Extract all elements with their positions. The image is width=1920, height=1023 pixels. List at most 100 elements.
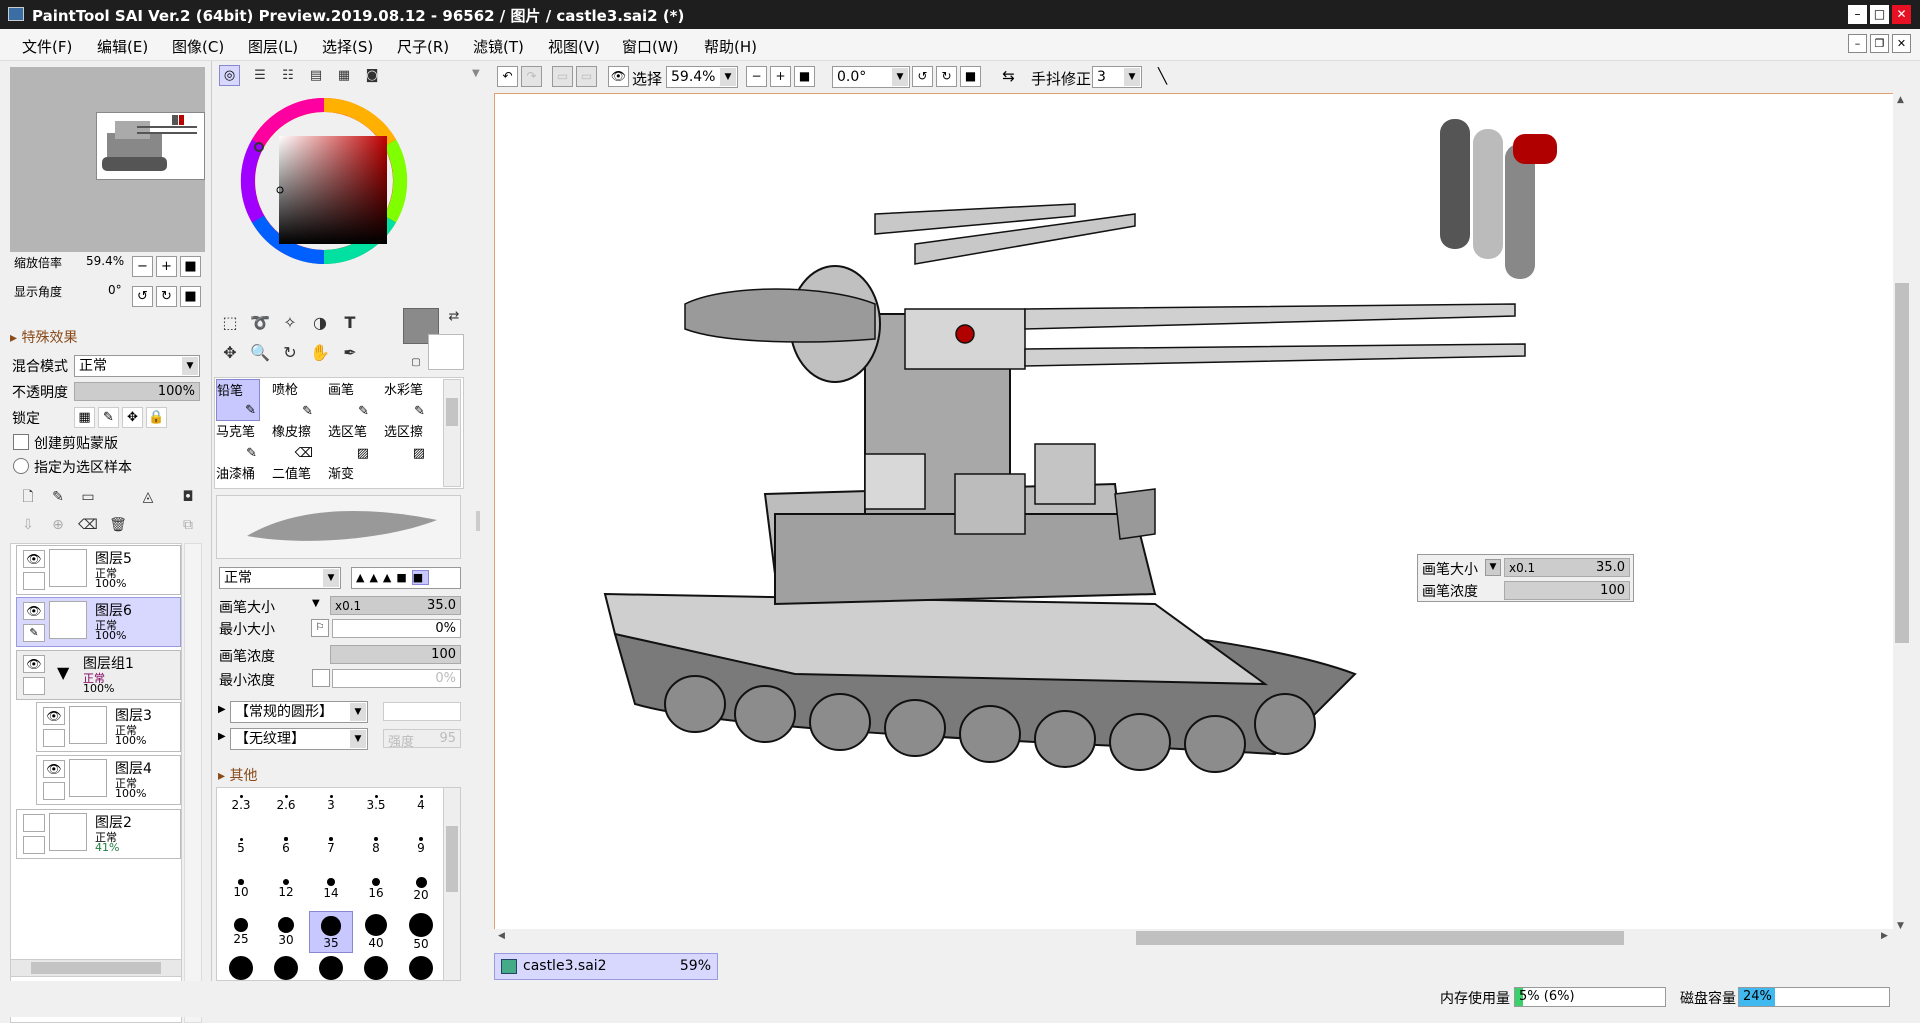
rotate-right-button[interactable]: ↻: [156, 286, 177, 307]
stabilizer-select[interactable]: 3 ▼: [1092, 66, 1142, 88]
apply-mask-icon[interactable]: ⧉: [176, 513, 200, 537]
straight-line-icon[interactable]: ╲: [1152, 66, 1173, 87]
layer-group-item[interactable]: 👁 ▼ 图层组1 正常 100%: [16, 650, 181, 700]
layer-item-selected[interactable]: 👁 ✎ 图层6 正常 100%: [16, 597, 181, 647]
menu-help[interactable]: 帮助(H): [704, 36, 757, 57]
brush-size-preset[interactable]: 30: [264, 911, 308, 953]
brush-size-preset[interactable]: 80: [309, 954, 353, 980]
brush-grid-scrollbar[interactable]: [443, 379, 461, 487]
float-size-dropdown-icon[interactable]: ▼: [1485, 559, 1501, 576]
blend-mode-select[interactable]: 正常 ▼: [74, 355, 200, 377]
visibility-eye-icon[interactable]: 👁: [23, 655, 45, 673]
scratchpad-tab-icon[interactable]: ▦: [332, 64, 356, 88]
brush-size-slider[interactable]: x0.1 35.0: [330, 596, 461, 615]
deselect-button[interactable]: ▭: [552, 66, 573, 87]
visibility-eye-icon[interactable]: 👁: [23, 602, 45, 620]
lock-all-icon[interactable]: 🔒: [146, 407, 167, 428]
rgb-slider-tab-icon[interactable]: ☰: [248, 64, 272, 88]
merge-down-icon[interactable]: ⊕: [46, 513, 70, 537]
brush-size-preset[interactable]: 120: [399, 954, 443, 980]
brush-mode-select[interactable]: 正常 ▼: [219, 567, 341, 589]
brush-size-preset[interactable]: 9: [399, 825, 443, 867]
brush-size-preset[interactable]: 20: [399, 868, 443, 910]
doc-close-button[interactable]: ✕: [1892, 34, 1911, 53]
menu-select[interactable]: 选择(S): [322, 36, 373, 57]
brush-size-preset[interactable]: 7: [309, 825, 353, 867]
hand-tool-icon[interactable]: ✋: [308, 341, 332, 365]
layer-status-box[interactable]: [43, 729, 65, 747]
rotate-tool-icon[interactable]: ↻: [278, 341, 302, 365]
brush-brush[interactable]: 画笔 ✎: [328, 379, 372, 421]
brush-airbrush[interactable]: 喷枪 ✎: [272, 379, 316, 421]
navigator-preview[interactable]: [10, 67, 205, 252]
menu-file[interactable]: 文件(F): [22, 36, 72, 57]
layer-item[interactable]: 👁 图层5 正常 100%: [16, 545, 181, 595]
folder-collapse-icon[interactable]: ▼: [57, 663, 69, 682]
menu-window[interactable]: 窗口(W): [622, 36, 679, 57]
zoom-select[interactable]: 59.4% ▼: [666, 66, 738, 88]
lock-transparency-icon[interactable]: ▦: [74, 407, 95, 428]
rect-select-icon[interactable]: ⬚: [218, 311, 242, 335]
toolbar-rotate-right-button[interactable]: ↻: [936, 66, 957, 87]
brush-eraser[interactable]: 橡皮擦 ⌫: [272, 421, 316, 463]
eyedropper-icon[interactable]: ✒: [338, 341, 362, 365]
brush-size-preset[interactable]: 14: [309, 868, 353, 910]
brush-size-preset[interactable]: 4: [399, 788, 443, 824]
other-section-header[interactable]: ▸ 其他: [218, 765, 257, 785]
brush-size-preset[interactable]: 35: [309, 911, 353, 953]
layer-effect-icon[interactable]: ◬: [136, 485, 160, 509]
lock-paint-icon[interactable]: ✎: [98, 407, 119, 428]
float-density-slider[interactable]: 100: [1504, 581, 1630, 600]
brush-watercolor[interactable]: 水彩笔 ✎: [384, 379, 428, 421]
transfer-down-icon[interactable]: ⇩: [16, 513, 40, 537]
brush-size-preset[interactable]: 6: [264, 825, 308, 867]
brush-edge-selector[interactable]: ▲▲▲■■: [351, 567, 461, 589]
rotate-left-button[interactable]: ↺: [132, 286, 153, 307]
min-density-slider[interactable]: 0%: [332, 669, 461, 688]
invert-select-button[interactable]: ▭: [576, 66, 597, 87]
zoom-reset-button[interactable]: ■: [180, 256, 201, 277]
brush-select-eraser[interactable]: 选区擦 ▨: [384, 421, 428, 463]
toolbar-rotate-reset-button[interactable]: ■: [960, 66, 981, 87]
brush-size-preset[interactable]: 40: [354, 911, 398, 953]
toolbar-zoom-reset-button[interactable]: ■: [794, 66, 815, 87]
transparent-color-icon[interactable]: ▢: [404, 351, 428, 375]
toolbar-zoom-in-button[interactable]: +: [770, 66, 791, 87]
maximize-button[interactable]: □: [1870, 5, 1889, 24]
canvas-vertical-scrollbar[interactable]: ▲ ▼: [1893, 93, 1911, 937]
layer-list-hscrollbar[interactable]: [10, 959, 182, 977]
document-tab[interactable]: castle3.sai2 59%: [494, 953, 718, 980]
selection-sample-radio[interactable]: [13, 458, 29, 474]
brush-size-preset[interactable]: 70: [264, 954, 308, 980]
rotate-reset-button[interactable]: ■: [180, 286, 201, 307]
clip-mask-checkbox[interactable]: [13, 434, 29, 450]
zoom-out-button[interactable]: −: [132, 256, 153, 277]
brush-density-slider[interactable]: 100: [330, 645, 461, 664]
color-mixer-tab-icon[interactable]: ◙: [360, 64, 384, 88]
brush-size-preset[interactable]: 60: [219, 954, 263, 980]
brush-texture-select[interactable]: 【无纹理】 ▼: [230, 728, 368, 750]
minimize-button[interactable]: –: [1848, 5, 1867, 24]
brush-bucket[interactable]: 油漆桶: [216, 463, 260, 487]
doc-minimize-button[interactable]: –: [1848, 34, 1867, 53]
float-size-slider[interactable]: x0.1 35.0: [1504, 558, 1630, 577]
brush-size-preset[interactable]: 100: [354, 954, 398, 980]
magic-wand-icon[interactable]: ✧: [278, 311, 302, 335]
layer-hidden-box[interactable]: [23, 814, 45, 832]
brush-size-preset[interactable]: 2.3: [219, 788, 263, 824]
layer-status-box[interactable]: [23, 572, 45, 590]
size-mult-dropdown-icon[interactable]: ▼: [312, 598, 320, 609]
menu-image[interactable]: 图像(C): [172, 36, 224, 57]
brush-size-scrollbar[interactable]: [443, 787, 461, 981]
visibility-eye-icon[interactable]: 👁: [43, 760, 65, 778]
zoom-in-button[interactable]: +: [156, 256, 177, 277]
pen-status-icon[interactable]: ✎: [23, 624, 45, 642]
fill-shape-icon[interactable]: ◑: [308, 311, 332, 335]
brush-size-preset[interactable]: 3: [309, 788, 353, 824]
brush-size-preset[interactable]: 12: [264, 868, 308, 910]
clear-layer-icon[interactable]: ⌫: [76, 513, 100, 537]
brush-size-preset[interactable]: 16: [354, 868, 398, 910]
menu-edit[interactable]: 编辑(E): [97, 36, 148, 57]
brush-select-pen[interactable]: 选区笔 ▨: [328, 421, 372, 463]
texture-strength-slider[interactable]: 强度 95: [383, 729, 461, 750]
